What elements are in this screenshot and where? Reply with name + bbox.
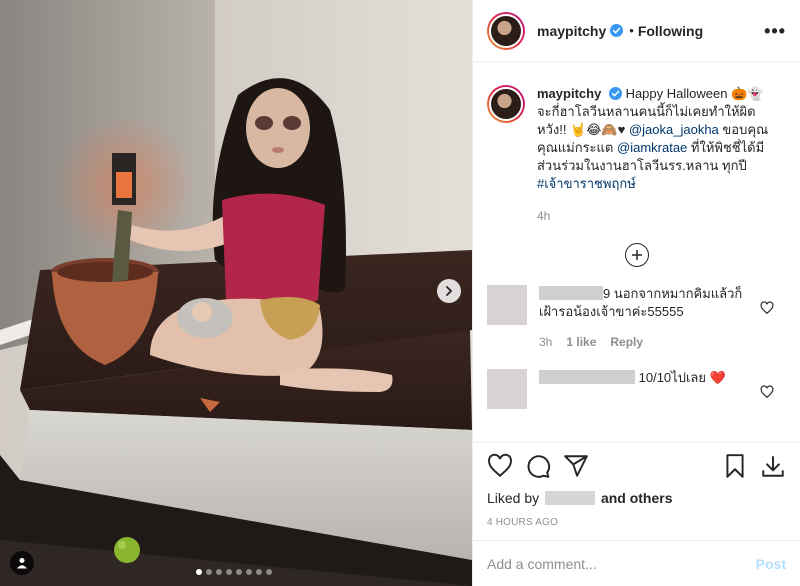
- liked-by-others-link[interactable]: and others: [601, 490, 673, 506]
- comment-input[interactable]: [487, 555, 756, 572]
- liked-by-prefix: Liked by: [487, 490, 540, 506]
- more-options-button[interactable]: •••: [764, 22, 786, 40]
- post-caption: maypitchy Happy Halloween 🎃👻 จะกี่ฮาโลวี…: [487, 63, 786, 225]
- post-side-panel: maypitchy • Following ••• maypitchy Happ…: [472, 0, 800, 586]
- comment-body: 9 นอกจากหมากคิมแล้วก็ เฝ้ารอน้องเจ้าขาค่…: [539, 285, 754, 351]
- author-username[interactable]: maypitchy: [537, 23, 606, 39]
- liked-by-user-redacted[interactable]: [545, 491, 596, 505]
- carousel-next-button[interactable]: [437, 279, 461, 303]
- photo-illustration: [0, 0, 472, 586]
- add-comment-bar: Post: [473, 540, 800, 586]
- load-more-comments-button[interactable]: [624, 243, 649, 267]
- share-icon[interactable]: [563, 453, 589, 479]
- carousel-dot: [256, 569, 262, 575]
- comment-item: 10/10ไปเลย ❤️: [487, 369, 786, 409]
- post-header: maypitchy • Following •••: [473, 0, 800, 62]
- post-timeago[interactable]: 4 HOURS AGO: [487, 517, 786, 528]
- verified-badge-icon: [608, 87, 622, 100]
- separator-dot: •: [629, 23, 634, 38]
- caption-hashtag[interactable]: #เจ้าขาราชพฤกษ์: [537, 176, 636, 191]
- commenter-avatar[interactable]: [487, 369, 527, 409]
- post-photo[interactable]: [0, 0, 472, 586]
- tagged-people-button[interactable]: [10, 551, 34, 575]
- download-icon[interactable]: [760, 453, 786, 479]
- comment-body: 10/10ไปเลย ❤️: [539, 369, 754, 409]
- caption-body: maypitchy Happy Halloween 🎃👻 จะกี่ฮาโลวี…: [537, 85, 772, 225]
- commenter-username-redacted[interactable]: [539, 286, 603, 300]
- caption-username[interactable]: maypitchy: [537, 86, 601, 101]
- caption-mention-jaoka[interactable]: @jaoka_jaokha: [629, 122, 719, 137]
- post-actions: Liked by and others 4 HOURS AGO: [473, 442, 800, 528]
- bookmark-icon[interactable]: [722, 453, 748, 479]
- author-avatar[interactable]: [487, 11, 525, 50]
- commenter-username-suffix: 9: [603, 286, 611, 301]
- carousel-dot: [266, 569, 272, 575]
- comment-item: 9 นอกจากหมากคิมแล้วก็ เฝ้ารอน้องเจ้าขาค่…: [487, 285, 786, 351]
- comment-likes[interactable]: 1 like: [566, 333, 596, 351]
- caption-avatar[interactable]: [487, 85, 525, 123]
- comment-time: 3h: [539, 335, 553, 349]
- following-button[interactable]: Following: [638, 23, 703, 39]
- verified-badge-icon: [610, 24, 624, 37]
- post-comment-button[interactable]: Post: [756, 556, 786, 572]
- comment-icon[interactable]: [525, 453, 551, 479]
- carousel-dot: [226, 569, 232, 575]
- chevron-right-icon: [446, 286, 453, 296]
- action-icon-row: [487, 443, 786, 489]
- commenter-username-redacted[interactable]: [539, 370, 635, 384]
- comment-meta: 3h 1 like Reply: [539, 333, 754, 351]
- carousel-dot: [236, 569, 242, 575]
- comment-reply-button[interactable]: Reply: [610, 333, 643, 351]
- carousel-dot: [216, 569, 222, 575]
- plus-icon: [631, 250, 642, 260]
- comment-text: 10/10ไปเลย ❤️: [638, 370, 726, 385]
- caption-text-line1: Happy Halloween 🎃👻: [625, 86, 764, 101]
- caption-mention-iamkratae[interactable]: @iamkratae: [617, 140, 687, 155]
- carousel-dot: [196, 569, 202, 575]
- heart-icon[interactable]: [487, 453, 513, 479]
- carousel-dot: [246, 569, 252, 575]
- carousel-dot: [206, 569, 212, 575]
- person-icon: [17, 558, 27, 569]
- comments-list[interactable]: maypitchy Happy Halloween 🎃👻 จะกี่ฮาโลวี…: [473, 63, 800, 441]
- caption-timestamp: 4h: [537, 209, 551, 223]
- liked-by-line: Liked by and others: [487, 489, 786, 507]
- commenter-avatar[interactable]: [487, 285, 527, 325]
- load-more-comments: [487, 243, 786, 267]
- comment-like-heart-icon[interactable]: [760, 385, 774, 399]
- comment-like-heart-icon[interactable]: [760, 301, 774, 315]
- carousel-indicator: [196, 569, 272, 575]
